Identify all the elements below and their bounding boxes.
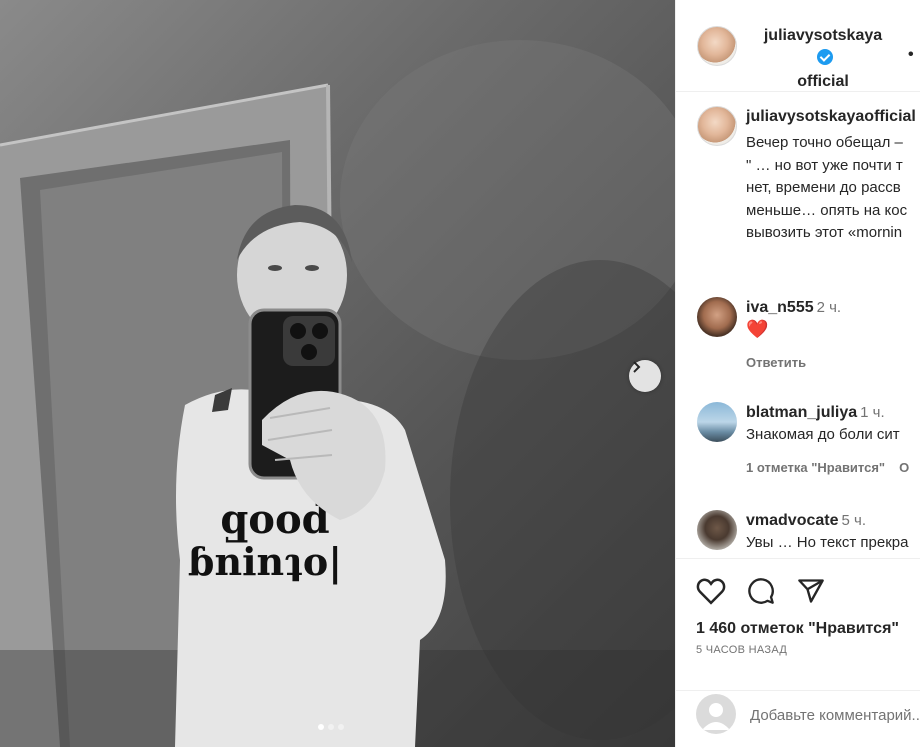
commenter-username[interactable]: vmadvocate 5 ч.: [746, 512, 866, 530]
author-avatar[interactable]: [697, 26, 737, 66]
comment-meta: 1 отметка "Нравится" О: [746, 460, 909, 475]
caption-username[interactable]: juliavysotskayaofficial: [746, 108, 916, 126]
reply-button[interactable]: О: [899, 460, 909, 475]
comment-input[interactable]: [750, 704, 920, 726]
caption-text: Вечер точно обещал – " … но вот уже почт…: [746, 132, 920, 245]
author-username-line2: official: [797, 73, 849, 90]
reply-button[interactable]: Ответить: [746, 355, 806, 370]
commenter-username[interactable]: blatman_juliya 1 ч.: [746, 404, 885, 422]
caption-line: Вечер точно обещал –: [746, 134, 903, 151]
post-actions: 1 460 отметок "Нравится" 5 ЧАСОВ НАЗАД: [676, 558, 920, 690]
comment-meta: Ответить: [746, 355, 806, 370]
comment-icon[interactable]: [746, 577, 776, 605]
svg-text:ɓninʇo|: ɓninʇo|: [188, 539, 342, 584]
photo-illustration: pooƃ ɓninʇo|: [0, 40, 675, 747]
comment-text: ❤️: [746, 319, 769, 339]
comment-text: Знакомая до боли сит: [746, 426, 900, 443]
post-timestamp[interactable]: 5 ЧАСОВ НАЗАД: [696, 644, 787, 656]
caption-line: меньше… опять на кос: [746, 201, 908, 219]
caption-avatar[interactable]: [697, 106, 737, 146]
carousel-dots: [318, 724, 344, 730]
post-header: juliavysotskaya official •: [676, 0, 920, 92]
commenter-avatar[interactable]: [697, 402, 737, 442]
comment-time: 2 ч.: [816, 299, 842, 316]
carousel-dot: [328, 724, 334, 730]
caption-line: нет, времени до рассв: [746, 179, 901, 196]
commenter-avatar[interactable]: [697, 297, 737, 337]
commenter-name[interactable]: blatman_juliya: [746, 404, 857, 421]
default-avatar-icon: [702, 703, 730, 730]
author-username[interactable]: juliavysotskaya official: [758, 24, 888, 93]
author-username-line1: juliavysotskaya: [763, 27, 883, 44]
add-comment-bar: [676, 690, 920, 747]
commenter-name[interactable]: vmadvocate: [746, 512, 839, 529]
comments-list[interactable]: juliavysotskayaofficial Вечер точно обещ…: [676, 92, 920, 558]
caption-line: вывозить этот «mornin: [746, 224, 903, 241]
chevron-right-icon: [633, 361, 641, 373]
share-icon[interactable]: [796, 577, 826, 605]
next-photo-button[interactable]: [629, 360, 661, 392]
verified-badge-icon: [816, 49, 833, 65]
comment-text: Увы … Но текст прекра: [746, 534, 909, 551]
caption-line: " … но вот уже почти т: [746, 156, 903, 174]
post-photo[interactable]: pooƃ ɓninʇo|: [0, 0, 675, 747]
carousel-dot: [338, 724, 344, 730]
commenter-username[interactable]: iva_n555 2 ч.: [746, 299, 841, 317]
commenter-avatar[interactable]: [697, 510, 737, 550]
comment-likes-button[interactable]: 1 отметка "Нравится": [746, 460, 885, 475]
comment-time: 5 ч.: [841, 512, 867, 529]
current-user-avatar: [696, 694, 736, 734]
heart-icon[interactable]: [696, 577, 726, 605]
more-options-icon[interactable]: •: [908, 46, 914, 64]
likes-count[interactable]: 1 460 отметок "Нравится": [696, 620, 899, 638]
commenter-name[interactable]: iva_n555: [746, 299, 814, 316]
carousel-dot: [318, 724, 324, 730]
comment-time: 1 ч.: [860, 404, 885, 421]
post-side-panel: juliavysotskaya official • juliavysotska…: [675, 0, 920, 747]
